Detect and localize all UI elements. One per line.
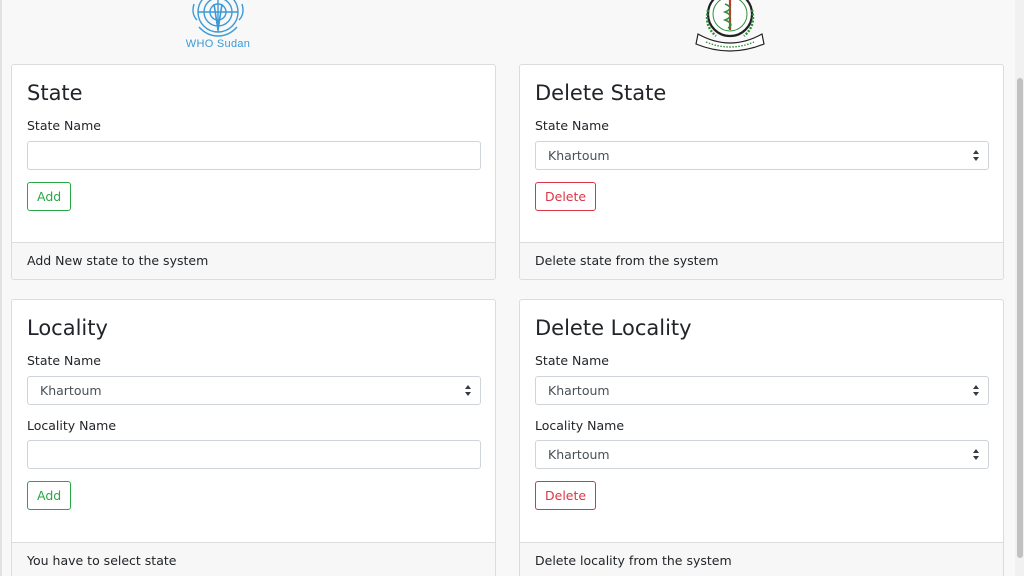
state-select[interactable]: Khartoum xyxy=(535,141,989,170)
scrollbar-thumb[interactable] xyxy=(1017,78,1023,558)
locality-name-input[interactable] xyxy=(27,440,481,469)
card-footer: Delete locality from the system xyxy=(520,542,1003,576)
locality-name-label: Locality Name xyxy=(535,418,625,433)
select-arrows-icon xyxy=(973,449,979,460)
delete-state-card: Delete State State Name Khartoum Delete … xyxy=(519,64,1004,280)
state-name-label: State Name xyxy=(27,118,101,133)
locality-card: Locality State Name Khartoum Locality Na… xyxy=(11,299,496,576)
add-locality-button[interactable]: Add xyxy=(27,481,72,510)
ministry-logo xyxy=(690,0,770,52)
card-footer: Add New state to the system xyxy=(12,242,495,279)
state-select-value: Khartoum xyxy=(40,383,102,398)
delete-locality-button[interactable]: Delete xyxy=(535,481,597,510)
card-footer: Delete state from the system xyxy=(520,242,1003,279)
ministry-emblem-icon xyxy=(695,0,765,52)
locality-select-value: Khartoum xyxy=(548,447,610,462)
state-select[interactable]: Khartoum xyxy=(535,376,989,405)
page-edge xyxy=(0,0,2,576)
select-arrows-icon xyxy=(973,150,979,161)
card-footer: You have to select state xyxy=(12,542,495,576)
delete-state-button[interactable]: Delete xyxy=(535,182,597,211)
add-state-button[interactable]: Add xyxy=(27,182,72,211)
state-name-label: State Name xyxy=(27,353,101,368)
state-name-label: State Name xyxy=(535,118,609,133)
select-arrows-icon xyxy=(973,385,979,396)
state-select[interactable]: Khartoum xyxy=(27,376,481,405)
who-logo-text: WHO Sudan xyxy=(185,38,251,50)
locality-select[interactable]: Khartoum xyxy=(535,440,989,469)
state-select-value: Khartoum xyxy=(548,383,610,398)
state-select-value: Khartoum xyxy=(548,148,610,163)
state-card: State State Name Add Add New state to th… xyxy=(11,64,496,280)
select-arrows-icon xyxy=(465,385,471,396)
page-scrollbar[interactable] xyxy=(1015,0,1024,576)
card-title: Locality xyxy=(27,316,108,340)
state-name-input[interactable] xyxy=(27,141,481,170)
locality-name-label: Locality Name xyxy=(27,418,117,433)
delete-locality-card: Delete Locality State Name Khartoum Loca… xyxy=(519,299,1004,576)
state-name-label: State Name xyxy=(535,353,609,368)
who-logo: WHO Sudan xyxy=(183,0,253,52)
un-emblem-icon xyxy=(192,0,244,37)
card-title: Delete Locality xyxy=(535,316,692,340)
card-title: State xyxy=(27,81,83,105)
card-title: Delete State xyxy=(535,81,667,105)
